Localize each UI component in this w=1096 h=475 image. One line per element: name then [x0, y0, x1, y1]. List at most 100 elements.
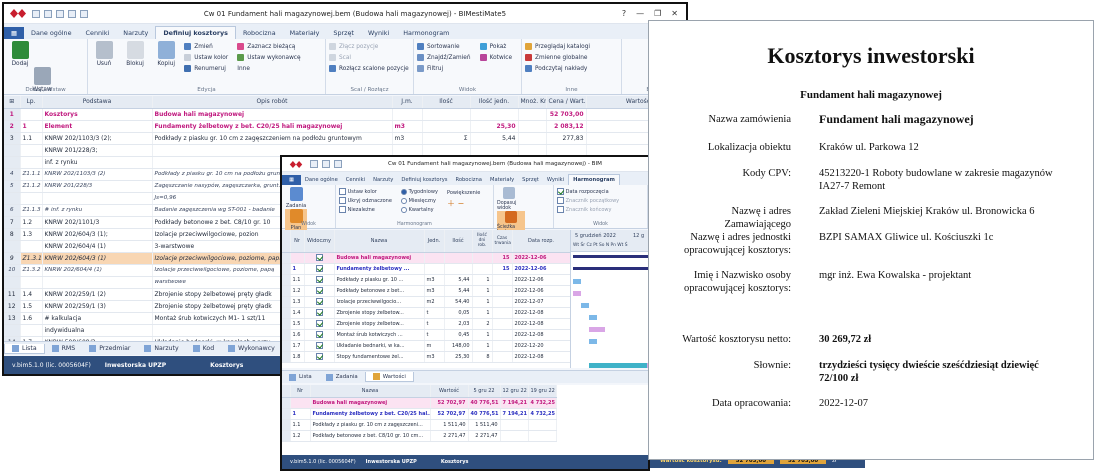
zoom-buttons[interactable]: ＋ − — [447, 198, 480, 209]
tab-wyniki[interactable]: Wyniki — [543, 175, 568, 185]
tab-materialy[interactable]: Materiały — [283, 27, 327, 39]
open-file-icon[interactable] — [44, 9, 52, 18]
mid-tab-zadania[interactable]: Zadania — [319, 373, 365, 382]
dodaj-button[interactable]: Dodaj — [7, 41, 33, 67]
undo-icon[interactable] — [334, 160, 342, 168]
filtruj-button[interactable]: Filtruj — [417, 63, 471, 74]
kwartalny-radio[interactable]: Kwartalny — [401, 205, 438, 214]
tab-dane-ogolne[interactable]: Dane ogólne — [301, 175, 342, 185]
visible-checkbox[interactable] — [304, 252, 335, 264]
col-nr[interactable]: Nr — [290, 385, 311, 398]
gantt-bar[interactable] — [573, 279, 581, 284]
table-row[interactable]: 2 1 Element Fundamenty żelbetowy z bet. C20… — [4, 120, 686, 133]
visible-checkbox[interactable] — [304, 318, 335, 330]
data-rozpoczecia-checkbox[interactable]: Data rozpoczęcia — [557, 187, 644, 196]
tab-robocizna[interactable]: Robocizna — [451, 175, 486, 185]
col-opis[interactable]: Opis robót — [152, 96, 393, 109]
task-row[interactable]: 1 Fundamenty żelbetowy ... 15 2022-12-06 — [282, 263, 570, 275]
bottom-tab-kod[interactable]: Kod — [186, 344, 221, 353]
col-jm[interactable]: J.m. — [392, 96, 423, 109]
maximize-icon[interactable]: ❐ — [654, 9, 661, 18]
dopasuj-widok-button[interactable]: Dopasuj widok — [497, 187, 521, 211]
ustaw-kolor-button[interactable]: Ustaw kolor — [184, 52, 228, 63]
visible-checkbox[interactable] — [304, 351, 335, 363]
niezalezne-checkbox[interactable]: Niezależne — [339, 205, 392, 214]
ukryj-odznaczone-checkbox[interactable]: Ukryj odznaczone — [339, 196, 392, 205]
col-jedn[interactable]: Jedn. — [424, 230, 445, 253]
plan-button[interactable]: Plan — [285, 209, 307, 231]
task-row[interactable]: 1.3 Izolacje przeciwwilgocio... m2 54,40 1 20… — [282, 296, 570, 308]
tab-cenniki[interactable]: Cenniki — [342, 175, 369, 185]
mid-tab-wartosci[interactable]: Wartości — [364, 372, 414, 382]
col-podstawa[interactable]: Podstawa — [42, 96, 153, 109]
gantt-bar[interactable] — [589, 315, 597, 320]
col-ilosc[interactable]: Ilość — [444, 230, 473, 253]
bottom-tab-rms[interactable]: RMS — [45, 344, 83, 353]
kopiuj-button[interactable]: Kopiuj — [153, 41, 179, 67]
save-icon[interactable] — [322, 160, 330, 168]
zadania-button[interactable]: Zadania — [285, 187, 307, 209]
tab-narzuty[interactable]: Narzuty — [116, 27, 155, 39]
tab-definiuj-kosztorys[interactable]: Definiuj kosztorys — [155, 26, 236, 39]
col-nazwa[interactable]: Nazwa — [334, 230, 425, 253]
bottom-tab-wykonawcy[interactable]: Wykonawcy — [221, 344, 282, 353]
tab-sprzet[interactable]: Sprzęt — [326, 27, 361, 39]
undo-icon[interactable] — [80, 9, 88, 18]
task-row[interactable]: 1.1 Podkłady z piasku gr. 10 ... m3 5,44 1 20… — [282, 274, 570, 286]
usun-button[interactable]: Usuń — [91, 41, 117, 67]
value-row[interactable]: 1 Fundamenty żelbetowy z bet. C20/25 hal.… — [282, 408, 557, 420]
task-row[interactable]: 1.5 Zbrojenie stopy żelbetow... t 2,03 2 2022… — [282, 318, 570, 330]
gantt-bar[interactable] — [573, 267, 648, 270]
close-icon[interactable]: ✕ — [671, 9, 678, 18]
help-icon[interactable]: ? — [622, 9, 626, 18]
print-icon[interactable] — [68, 9, 76, 18]
window-controls[interactable]: ? — ❐ ✕ — [622, 9, 678, 18]
critical-path-bar[interactable] — [589, 363, 647, 368]
save-icon[interactable] — [56, 9, 64, 18]
value-row[interactable]: 1.1 Podkłady z piasku gr. 10 cm z zagęszc… — [282, 419, 557, 431]
col-mnoz[interactable]: Mnoż. Krotn. — [518, 96, 547, 109]
col-lp[interactable]: Lp. — [20, 96, 43, 109]
tab-harmonogram[interactable]: Harmonogram — [396, 27, 456, 39]
tab-definiuj-kosztorys[interactable]: Definiuj kosztorys — [397, 175, 451, 185]
col-cena[interactable]: Cena / Wart. jedn. — [546, 96, 587, 109]
col-week-1[interactable]: 5 gru 22 — [468, 385, 501, 398]
znacznik-koncowy-checkbox[interactable]: Znacznik końcowy — [557, 205, 644, 214]
task-row[interactable]: 1.2 Podkłady betonowe z bet... m3 5,44 1 2022… — [282, 285, 570, 297]
new-file-icon[interactable] — [310, 160, 318, 168]
tab-materialy[interactable]: Materiały — [486, 175, 518, 185]
miesieczny-radio[interactable]: Miesięczny — [401, 196, 438, 205]
ustaw-wykonawce-button[interactable]: Ustaw wykonawcę — [237, 52, 301, 63]
visible-checkbox[interactable] — [304, 307, 335, 319]
rozlacz-button[interactable]: Rozłącz scalone pozycje — [329, 63, 410, 74]
gantt-bar[interactable] — [573, 255, 648, 258]
inne-dropdown[interactable]: Inne — [237, 63, 300, 74]
zlacz-pozycje-button[interactable]: Złącz pozycje — [329, 41, 410, 52]
znajdz-zamien-button[interactable]: Znajdź/Zamień — [417, 52, 471, 63]
table-row[interactable]: 3 1.1 KNRW 202/1103/3 (2); Podkłady z piask… — [4, 132, 686, 145]
mid-tab-lista[interactable]: Lista — [282, 373, 319, 382]
minimize-icon[interactable]: — — [636, 9, 644, 18]
podczytaj-naklady-button[interactable]: Podczytaj nakłady — [525, 63, 618, 74]
task-row[interactable]: 1.8 Stopy fundamentowe żel... m3 25,30 8 2022… — [282, 351, 570, 363]
blokuj-button[interactable]: Blokuj — [122, 41, 148, 67]
visible-checkbox[interactable] — [304, 296, 335, 308]
col-week-3[interactable]: 19 gru 22 — [528, 385, 557, 398]
zaznacz-biezaca-button[interactable]: Zaznacz bieżącą — [237, 41, 300, 52]
quick-access-toolbar[interactable] — [310, 160, 342, 168]
zmien-button[interactable]: Zmień — [184, 41, 228, 52]
tab-harmonogram[interactable]: Harmonogram — [568, 174, 620, 185]
zmienne-globalne-button[interactable]: Zmienne globalne — [525, 52, 618, 63]
kotwice-button[interactable]: Kotwice — [479, 52, 512, 63]
task-row[interactable]: 1.6 Montaż śrub kotwiczych ... t 0,45 1 2022-… — [282, 329, 570, 341]
table-row[interactable]: 1 Kosztorys Budowa hali magazynowej 52 703,… — [4, 108, 686, 121]
tab-narzuty[interactable]: Narzuty — [369, 175, 397, 185]
visible-checkbox[interactable] — [304, 274, 335, 286]
gantt-bar[interactable] — [589, 339, 597, 344]
col-ilosc[interactable]: Ilość — [422, 96, 471, 109]
tab-robocizna[interactable]: Robocizna — [236, 27, 283, 39]
znacznik-poczatkowy-checkbox[interactable]: Znacznik początkowy — [557, 196, 644, 205]
pokaz-button[interactable]: Pokaż — [479, 41, 512, 52]
new-file-icon[interactable] — [32, 9, 40, 18]
gantt-bar[interactable] — [581, 303, 589, 308]
